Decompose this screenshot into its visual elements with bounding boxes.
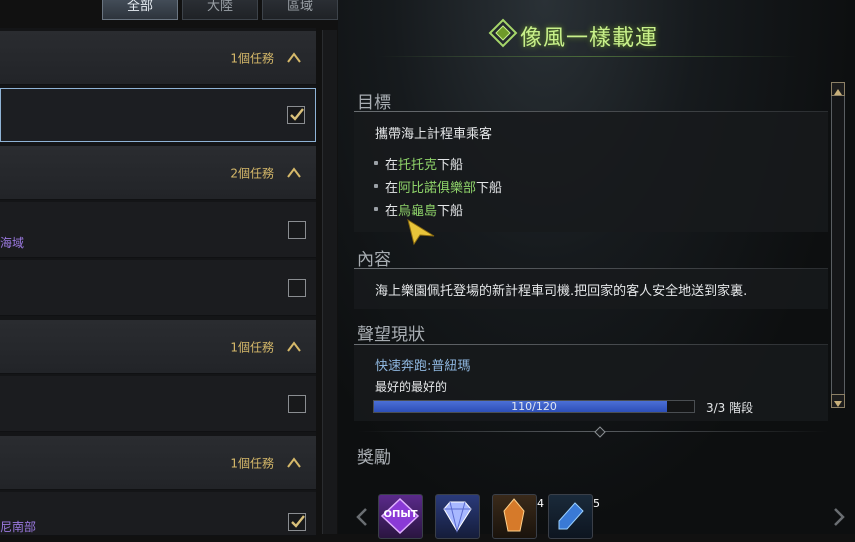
quest-detail-panel: 像風一樣載運 目標 攜帶海上計程車乘客 在托托克下船 在阿比諾俱樂部下船 在烏龜…	[338, 0, 855, 539]
bullet-icon	[374, 207, 378, 211]
objective-heading: 目標	[357, 93, 391, 113]
objective-step: 在托托克下船	[385, 158, 464, 173]
quest-item-title: 尼南部	[0, 520, 37, 534]
quest-description: 海上樂園佩托登場的新計程車司機.把回家的客人安全地送到家裏.	[375, 284, 748, 299]
quest-item-title: 海域	[0, 236, 25, 250]
check-icon	[290, 108, 304, 121]
scroll-down-button[interactable]	[831, 394, 845, 408]
tab-all[interactable]: 全部	[102, 0, 178, 20]
quest-count: 2個任務	[230, 166, 274, 180]
triangle-up-icon	[834, 89, 842, 95]
tab-continent[interactable]: 大陸	[182, 0, 258, 20]
reward-label: OПЫТ	[383, 509, 418, 520]
quest-count: 1個任務	[230, 456, 274, 470]
rewards-heading: 獎勵	[357, 448, 391, 468]
reputation-heading: 聲望現狀	[357, 325, 425, 345]
rewards-divider	[358, 431, 828, 432]
objective-step: 在阿比諾俱樂部下船	[385, 181, 503, 196]
tab-region[interactable]: 區域	[262, 0, 338, 20]
quest-item[interactable]	[0, 376, 316, 432]
mouse-cursor-icon	[407, 218, 435, 246]
reward-slot[interactable]: 5	[548, 494, 600, 539]
check-icon	[291, 515, 305, 528]
chevron-right-icon[interactable]	[832, 506, 846, 528]
quest-emblem-icon	[488, 18, 518, 48]
quest-group-header[interactable]: 1個任務	[0, 436, 316, 490]
quest-list-scrollbar[interactable]	[322, 30, 337, 534]
reward-count: 4	[537, 497, 544, 510]
detail-scrollbar[interactable]	[831, 82, 845, 408]
reputation-faction: 快速奔跑:普紐瑪	[375, 359, 471, 374]
reputation-progress-bar: 110/120	[373, 400, 695, 413]
potion-icon	[558, 502, 584, 530]
reward-slot[interactable]	[435, 494, 480, 539]
chevron-up-icon[interactable]	[286, 339, 302, 355]
diamond-icon	[443, 501, 472, 533]
quest-group-header[interactable]: 1個任務	[0, 320, 316, 374]
chevron-up-icon[interactable]	[286, 455, 302, 471]
bullet-icon	[374, 161, 378, 165]
quest-count: 1個任務	[230, 51, 274, 65]
diamond-ornament-icon	[594, 426, 606, 438]
chevron-up-icon[interactable]	[286, 165, 302, 181]
quest-item[interactable]	[0, 260, 316, 316]
quest-count: 1個任務	[230, 340, 274, 354]
quest-track-checkbox[interactable]	[288, 220, 306, 239]
quest-track-checkbox[interactable]	[288, 513, 306, 531]
triangle-down-icon	[834, 401, 842, 407]
reward-count: 5	[593, 497, 600, 510]
chevron-up-icon[interactable]	[286, 50, 302, 66]
content-heading: 內容	[357, 250, 391, 270]
scroll-up-button[interactable]	[831, 82, 845, 96]
objective-main: 攜帶海上計程車乘客	[375, 127, 493, 142]
title-divider	[378, 56, 798, 57]
quest-title-banner: 像風一樣載運	[338, 0, 855, 70]
quest-item[interactable]	[0, 88, 316, 142]
quest-title: 像風一樣載運	[520, 26, 659, 51]
quest-track-checkbox[interactable]	[287, 106, 305, 124]
quest-list-panel: 1個任務 2個任務 海域 1個任務 1個任務 尼南部	[0, 28, 316, 536]
reputation-rank: 最好的最好的	[375, 380, 448, 394]
quest-track-checkbox[interactable]	[288, 278, 306, 297]
reward-slot[interactable]: OПЫТ	[378, 494, 423, 539]
quest-item[interactable]: 海域	[0, 202, 316, 258]
quest-track-checkbox[interactable]	[288, 394, 306, 413]
reputation-stage: 3/3 階段	[706, 401, 754, 415]
progress-text: 110/120	[511, 400, 557, 413]
reward-slot[interactable]: 4	[492, 494, 544, 539]
quest-group-header[interactable]: 2個任務	[0, 146, 316, 200]
quest-item[interactable]: 尼南部	[0, 492, 316, 536]
chevron-left-icon[interactable]	[355, 506, 369, 528]
objective-step: 在烏龜島下船	[385, 204, 464, 219]
quest-group-header[interactable]: 1個任務	[0, 31, 316, 85]
crystal-icon	[503, 498, 525, 532]
bullet-icon	[374, 184, 378, 188]
